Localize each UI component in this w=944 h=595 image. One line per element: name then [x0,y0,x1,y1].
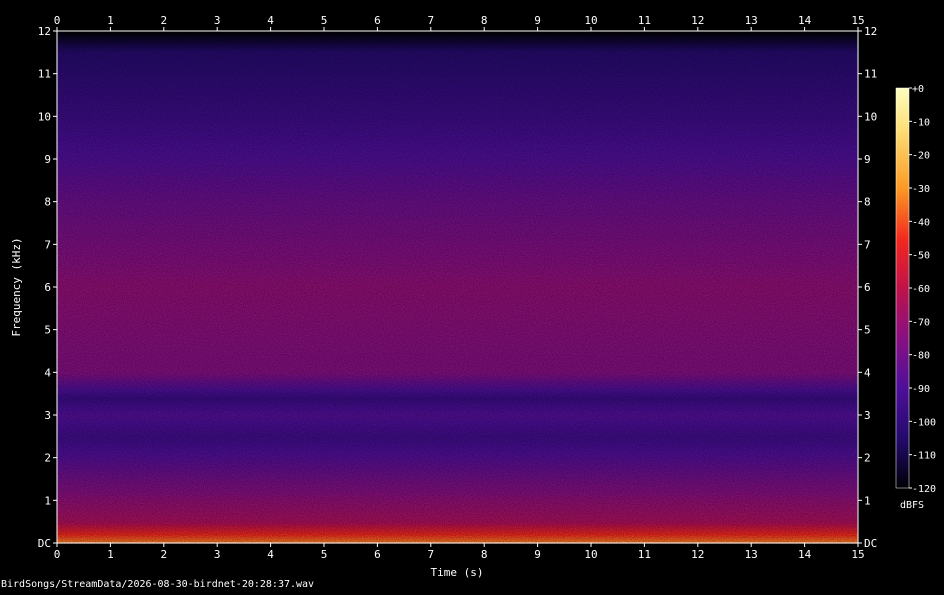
x-tick-label: 4 [267,548,274,561]
y-tick-label: 9 [44,153,51,166]
colorbar-tick-label: -110 [912,451,936,462]
colorbar-tick-label: -10 [912,117,930,128]
x-axis-top: 0 1 2 3 4 5 6 7 8 9 10 11 12 13 14 15 [54,14,865,31]
y-tick-label: 10 [38,110,51,123]
colorbar-tick-label: -40 [912,217,930,228]
colorbar-gradient [895,87,910,489]
x-tick-label-top: 9 [534,14,541,27]
colorbar-tick-label: +0 [912,84,924,95]
x-tick-label: 8 [481,548,488,561]
x-tick-label-top: 15 [851,14,864,27]
colorbar-tick-label: -80 [912,351,930,362]
x-tick-label-top: 0 [54,14,61,27]
x-tick-label-top: 2 [160,14,167,27]
x-tick-label-top: 10 [584,14,597,27]
y-tick-label: DC [38,537,51,550]
colorbar-tick-label: -120 [912,484,936,495]
y-tick-label: 8 [44,196,51,209]
y-tick-label: 6 [44,281,51,294]
x-tick-label: 1 [107,548,114,561]
x-axis-bottom: 0 1 2 3 4 5 6 7 8 9 10 11 12 13 14 15 [54,543,865,561]
colorbar-tick-label: -90 [912,384,930,395]
y-tick-label-right: 9 [864,153,871,166]
x-tick-label: 11 [638,548,651,561]
x-tick-label-top: 12 [691,14,704,27]
spectrogram-chart: 0 1 2 3 4 5 6 7 8 9 10 11 12 13 14 15 0 1 2 3 4 5 6 7 8 9 10 11 12 1… [1,14,936,590]
colorbar-tick-label: -30 [912,184,930,195]
colorbar-tick-label: -20 [912,151,930,162]
x-tick-label: 5 [321,548,328,561]
spectrogram-figure: 0 1 2 3 4 5 6 7 8 9 10 11 12 13 14 15 0 1 2 3 4 5 6 7 8 9 10 11 12 1… [0,0,944,591]
y-tick-label-right: 12 [864,25,877,38]
x-tick-label: 9 [534,548,541,561]
y-tick-label-right: DC [864,537,877,550]
y-tick-label: 12 [38,25,51,38]
y-tick-label: 2 [44,452,51,465]
y-tick-label-right: 11 [864,68,877,81]
colorbar-tick-label: -70 [912,317,930,328]
x-tick-label-top: 6 [374,14,381,27]
noise-texture [57,31,858,543]
y-tick-label: 7 [44,238,51,251]
x-tick-label-top: 1 [107,14,114,27]
x-tick-label-top: 7 [427,14,434,27]
x-tick-label: 14 [798,548,812,561]
x-tick-label: 12 [691,548,704,561]
y-tick-label: 5 [44,324,51,337]
x-tick-label-top: 5 [321,14,328,27]
colorbar-tick-label: -100 [912,417,936,428]
y-tick-label-right: 10 [864,110,877,123]
y-axis-right: DC123456789101112 [858,25,877,550]
y-tick-label-right: 7 [864,238,871,251]
x-tick-label-top: 3 [214,14,221,27]
y-tick-label-right: 1 [864,494,871,507]
x-tick-label: 2 [160,548,167,561]
x-tick-label: 13 [745,548,758,561]
y-tick-label: 11 [38,68,51,81]
x-tick-label: 15 [851,548,864,561]
y-tick-label-right: 3 [864,409,871,422]
y-tick-label-right: 6 [864,281,871,294]
plot-area [56,30,859,544]
filename-footer: BirdSongs/StreamData/2026-08-30-birdnet-… [1,579,314,590]
x-tick-label: 0 [54,548,61,561]
x-axis-label: Time (s) [431,566,484,579]
x-tick-label: 6 [374,548,381,561]
x-tick-label: 7 [427,548,434,561]
y-axis-left: DC123456789101112 [38,25,57,550]
colorbar-tick-label: -60 [912,284,930,295]
y-axis-label: Frequency (kHz) [10,237,23,336]
y-tick-label: 1 [44,494,51,507]
y-tick-label-right: 5 [864,324,871,337]
y-tick-label-right: 4 [864,366,871,379]
x-tick-label-top: 11 [638,14,651,27]
y-tick-label-right: 2 [864,452,871,465]
x-tick-label: 3 [214,548,221,561]
colorbar-label: dBFS [900,500,924,511]
colorbar: +0 -10 -20 -30 -40 -50 -60 -70 -80 -90 -100 -110 -12… [895,84,936,511]
y-tick-label: 4 [44,366,51,379]
x-tick-label-top: 13 [745,14,758,27]
x-tick-label-top: 8 [481,14,488,27]
x-tick-label: 10 [584,548,597,561]
x-tick-label-top: 14 [798,14,812,27]
y-tick-label: 3 [44,409,51,422]
colorbar-tick-label: -50 [912,251,930,262]
colorbar-ticks: +0 -10 -20 -30 -40 -50 -60 -70 -80 -90 -100 -110 -12… [909,84,936,495]
y-tick-label-right: 8 [864,196,871,209]
x-tick-label-top: 4 [267,14,274,27]
